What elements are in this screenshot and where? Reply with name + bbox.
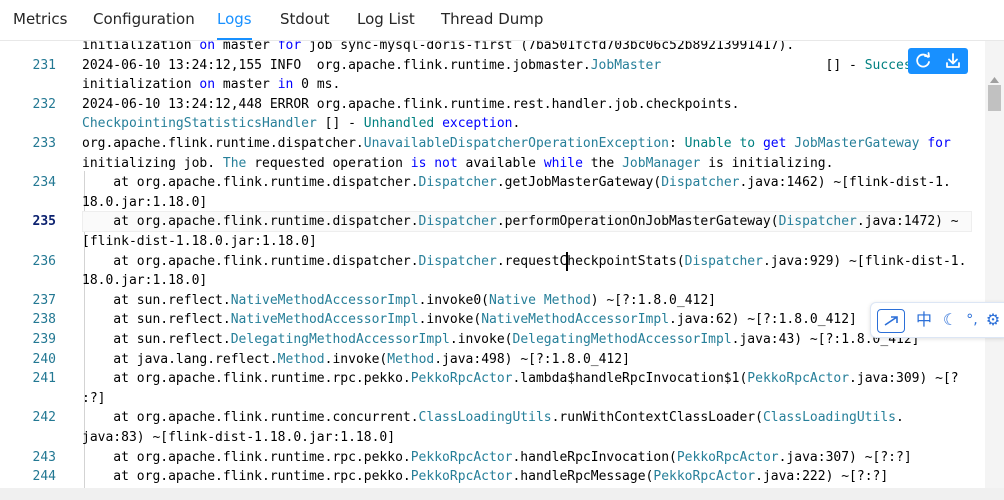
- log-line: :?]: [0, 389, 1004, 409]
- tab-stdout[interactable]: Stdout: [280, 0, 330, 38]
- log-text: at org.apache.flink.runtime.concurrent.C…: [82, 410, 904, 426]
- log-line: 241 at org.apache.flink.runtime.rpc.pekk…: [0, 369, 1004, 389]
- tab-configuration[interactable]: Configuration: [93, 0, 195, 38]
- line-number: 242: [32, 410, 56, 426]
- log-text: at org.apache.flink.runtime.dispatcher.D…: [82, 175, 951, 191]
- log-text: 18.0.jar:1.18.0]: [82, 273, 208, 289]
- log-text: initialization on master in 0 ms.: [82, 77, 341, 93]
- line-number: 235: [32, 214, 56, 230]
- download-icon: [946, 53, 960, 68]
- moon-icon[interactable]: ☾: [939, 309, 961, 331]
- ime-toggle-icon[interactable]: [877, 309, 905, 333]
- line-number: 243: [32, 449, 56, 465]
- log-text: at sun.reflect.NativeMethodAccessorImpl.…: [82, 292, 717, 308]
- ime-toggle-glyph: [884, 316, 898, 326]
- line-number: 232: [32, 96, 56, 112]
- log-line: 244 at org.apache.flink.runtime.rpc.pekk…: [0, 467, 1004, 487]
- log-text: at sun.reflect.DelegatingMethodAccessorI…: [82, 332, 920, 347]
- log-text: [flink-dist-1.18.0.jar:1.18.0]: [82, 234, 317, 249]
- log-line: 236 at org.apache.flink.runtime.dispatch…: [0, 252, 1004, 272]
- log-line: 235 at org.apache.flink.runtime.dispatch…: [0, 212, 1004, 232]
- tab-thread-dump[interactable]: Thread Dump: [441, 0, 543, 38]
- log-text: 18.0.jar:1.18.0]: [82, 194, 208, 210]
- log-text: CheckpointingStatisticsHandler [] - Unha…: [82, 116, 521, 132]
- line-number: 236: [32, 253, 56, 269]
- log-text: at java.lang.reflect.Method.invoke(Metho…: [82, 351, 630, 367]
- ime-language-indicator[interactable]: 中: [913, 309, 935, 331]
- scrollbar-thumb[interactable]: [988, 85, 1001, 111]
- log-toolbar: [908, 48, 968, 74]
- log-line: 239 at sun.reflect.DelegatingMethodAcces…: [0, 330, 1004, 350]
- line-number: 233: [32, 136, 56, 151]
- ime-toolbar: 中 ☾ °, ⚙: [870, 302, 1004, 338]
- log-line: 240 at java.lang.reflect.Method.invoke(M…: [0, 350, 1004, 370]
- log-text: org.apache.flink.runtime.dispatcher.Unav…: [82, 136, 951, 151]
- log-text: at sun.reflect.NativeMethodAccessorImpl.…: [82, 312, 857, 328]
- log-line: [flink-dist-1.18.0.jar:1.18.0]: [0, 232, 1004, 252]
- horizontal-scrollbar[interactable]: [0, 488, 1004, 500]
- log-text: at org.apache.flink.runtime.rpc.pekko.Pe…: [82, 449, 912, 465]
- line-number: 239: [32, 332, 56, 347]
- log-text: 2024-06-10 13:24:12,448 ERROR org.apache…: [82, 96, 740, 112]
- line-number: 237: [32, 292, 56, 308]
- tab-logs[interactable]: Logs: [217, 0, 252, 40]
- log-line: 231 2024-06-10 13:24:12,155 INFO org.apac…: [0, 56, 1004, 76]
- log-line: 242 at org.apache.flink.runtime.concurre…: [0, 408, 1004, 428]
- log-line: CheckpointingStatisticsHandler [] - Unha…: [0, 114, 1004, 134]
- settings-icon[interactable]: ⚙: [983, 309, 1003, 331]
- log-line: initialization on master for job sync-my…: [0, 41, 1004, 56]
- log-text: initializing job. The requested operatio…: [82, 155, 834, 171]
- log-text: at org.apache.flink.runtime.dispatcher.D…: [82, 214, 959, 230]
- log-line: initializing job. The requested operatio…: [0, 154, 1004, 174]
- download-button[interactable]: [938, 48, 968, 74]
- log-line: 238 at sun.reflect.NativeMethodAccessorI…: [0, 310, 1004, 330]
- log-text: initialization on master for job sync-my…: [82, 41, 795, 53]
- log-line: java:83) ~[flink-dist-1.18.0.jar:1.18.0]: [0, 428, 1004, 448]
- line-number: 234: [32, 175, 56, 191]
- tab-log-list[interactable]: Log List: [357, 0, 415, 38]
- log-line: 237 at sun.reflect.NativeMethodAccessorI…: [0, 291, 1004, 311]
- line-number: 231: [32, 57, 56, 73]
- log-text: at org.apache.flink.runtime.rpc.pekko.Pe…: [82, 371, 959, 387]
- line-number: 238: [32, 312, 56, 328]
- punctuation-icon[interactable]: °,: [963, 309, 981, 331]
- line-number: 244: [32, 469, 56, 485]
- refresh-icon: [916, 52, 930, 68]
- log-text: at org.apache.flink.runtime.rpc.pekko.Pe…: [82, 469, 889, 485]
- log-text: java:83) ~[flink-dist-1.18.0.jar:1.18.0]: [82, 430, 396, 445]
- vertical-scrollbar[interactable]: [985, 41, 1004, 488]
- tab-bar: Metrics Configuration Logs Stdout Log Li…: [0, 0, 1004, 41]
- log-line: 234 at org.apache.flink.runtime.dispatch…: [0, 173, 1004, 193]
- log-text: 2024-06-10 13:24:12,155 INFO org.apache.…: [82, 57, 928, 73]
- log-line: 18.0.jar:1.18.0]: [0, 271, 1004, 291]
- scroll-up-arrow-icon[interactable]: [990, 77, 999, 83]
- log-line: 243 at org.apache.flink.runtime.rpc.pekk…: [0, 448, 1004, 468]
- tab-metrics[interactable]: Metrics: [13, 0, 67, 38]
- log-text: :?]: [82, 390, 106, 406]
- line-number: 240: [32, 351, 56, 367]
- log-line: 233 org.apache.flink.runtime.dispatcher.U…: [0, 134, 1004, 154]
- log-line: 18.0.jar:1.18.0]: [0, 193, 1004, 213]
- log-text: at org.apache.flink.runtime.dispatcher.D…: [82, 253, 967, 269]
- line-number: 241: [32, 371, 56, 387]
- refresh-button[interactable]: [908, 48, 938, 74]
- log-viewer[interactable]: initialization on master for job sync-my…: [0, 41, 1004, 488]
- vertical-scrollbar-track: [988, 77, 1001, 111]
- log-line: initialization on master in 0 ms.: [0, 75, 1004, 95]
- log-line: 232 2024-06-10 13:24:12,448 ERROR org.apa…: [0, 95, 1004, 115]
